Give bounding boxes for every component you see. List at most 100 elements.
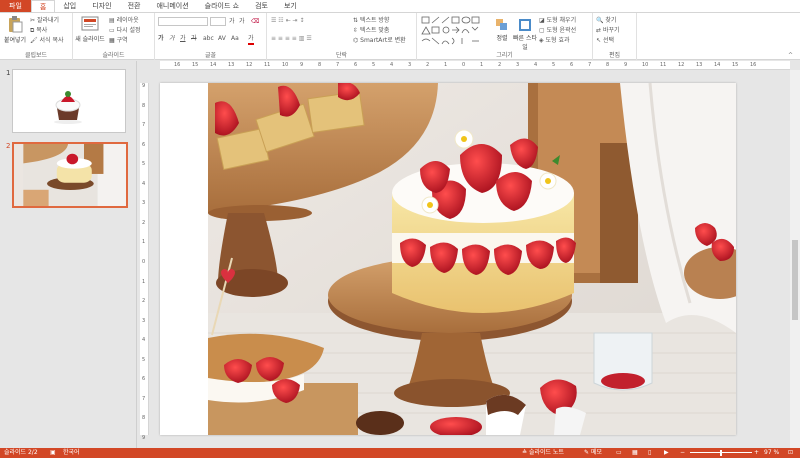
tab-view[interactable]: 보기 — [276, 0, 305, 12]
drawing-group: 정렬 빠른 스타일 ◪ 도형 채우기 ▢ 도형 윤곽선 ◈ 도형 효과 그리기 — [417, 13, 593, 60]
slide-canvas[interactable] — [160, 82, 756, 437]
tab-design[interactable]: 디자인 — [84, 0, 119, 12]
align-icons[interactable]: ≡ ≡ ≡ ≡ ▥ ☰ — [271, 34, 312, 43]
shape-outline-button[interactable]: ▢ 도형 윤곽선 — [539, 26, 576, 35]
ruler-tick-label: 3 — [142, 317, 146, 324]
tab-review[interactable]: 검토 — [247, 0, 276, 12]
vertical-scrollbar[interactable] — [790, 70, 800, 448]
ruler-tick-label: 2 — [142, 219, 146, 226]
arrange-icon — [496, 19, 507, 30]
slides-group-label: 슬라이드 — [102, 52, 125, 59]
slide-counter: 슬라이드 2/2 — [4, 449, 38, 456]
shape-effects-button[interactable]: ◈ 도형 효과 — [539, 36, 570, 45]
comments-button[interactable]: ✎ 메모 — [584, 448, 602, 458]
ruler-tick-label: 7 — [588, 62, 592, 68]
layout-button[interactable]: ▤ 레이아웃 — [109, 16, 139, 25]
font-name-combo[interactable] — [158, 17, 208, 26]
italic-button[interactable]: 가 — [169, 34, 175, 43]
slide-sorter-icon[interactable]: ▦ — [632, 448, 638, 458]
powerpoint-window: 파일 홈 삽입 디자인 전환 애니메이션 슬라이드 쇼 검토 보기 붙여넣기 ✂… — [0, 0, 800, 458]
strikethrough-button[interactable]: 가 — [191, 34, 197, 43]
font-shrink-button[interactable]: 가 — [239, 17, 245, 26]
format-painter-button[interactable]: 🖌 서식 복사 — [30, 36, 64, 45]
clear-format-icon[interactable]: ⌫ — [251, 17, 259, 26]
copy-button[interactable]: ⧉ 복사 — [30, 26, 47, 35]
copy-label: 복사 — [36, 27, 48, 34]
align-text-button[interactable]: ⇳ 텍스트 맞춤 — [353, 26, 389, 35]
find-button[interactable]: 🔍 찾기 — [596, 16, 616, 25]
bold-button[interactable]: 가 — [158, 34, 164, 43]
reading-view-icon[interactable]: ▯ — [648, 448, 651, 458]
strawberry-cake-photo[interactable] — [160, 82, 756, 437]
ruler-tick-label: 1 — [142, 278, 146, 285]
fit-slide-icon[interactable]: ⊡ — [788, 448, 793, 458]
paste-label: 붙여넣기 — [3, 37, 27, 44]
collapse-ribbon-icon[interactable]: ^ — [788, 51, 793, 60]
cut-button[interactable]: ✂ 잘라내기 — [30, 16, 59, 25]
slideshow-icon[interactable]: ▶ — [664, 448, 669, 458]
clipboard-group-label: 클립보드 — [24, 52, 48, 59]
quick-styles-button[interactable]: 빠른 스타일 — [513, 19, 537, 51]
zoom-out-icon[interactable]: − — [680, 448, 685, 458]
font-color-button[interactable]: 가 — [248, 34, 254, 45]
font-size-combo[interactable] — [210, 17, 226, 26]
scrollbar-thumb[interactable] — [792, 240, 798, 320]
select-label: 선택 — [602, 37, 614, 44]
ruler-tick-label: 2 — [426, 62, 430, 68]
char-spacing-button[interactable]: AV — [218, 34, 226, 43]
quick-styles-label: 빠른 스타일 — [513, 35, 537, 51]
language-indicator[interactable]: 한국어 — [63, 448, 80, 458]
smartart-button[interactable]: ⌬ SmartArt로 변환 — [353, 36, 406, 45]
underline-button[interactable]: 가 — [180, 34, 186, 43]
ruler-tick-label: 15 — [732, 62, 739, 68]
shapes-gallery-icon[interactable] — [421, 16, 491, 46]
section-button[interactable]: ▦ 구역 — [109, 36, 128, 45]
zoom-in-icon[interactable]: + — [754, 448, 759, 458]
shadow-button[interactable]: abc — [203, 34, 214, 43]
reset-label: 다시 설정 — [116, 27, 141, 34]
new-slide-button[interactable]: 새 슬라이드 — [75, 16, 105, 43]
arrange-button[interactable]: 정렬 — [493, 19, 511, 42]
slide-thumbnail-2[interactable] — [12, 142, 128, 208]
notes-button[interactable]: ≙ 슬라이드 노트 — [522, 448, 564, 458]
format-painter-label: 서식 복사 — [39, 37, 64, 44]
tab-file[interactable]: 파일 — [0, 0, 31, 12]
text-direction-button[interactable]: ⇅ 텍스트 방향 — [353, 16, 389, 25]
ruler-tick-label: 9 — [624, 62, 628, 68]
paste-button[interactable]: 붙여넣기 — [2, 16, 28, 44]
font-grow-button[interactable]: 가 — [229, 17, 235, 26]
shape-fill-button[interactable]: ◪ 도형 채우기 — [539, 16, 576, 25]
cupcake-image — [13, 70, 125, 132]
tab-slideshow[interactable]: 슬라이드 쇼 — [197, 0, 247, 12]
slide-thumbnail-pane: 1 2 — [0, 61, 137, 448]
slide-thumbnail-1[interactable] — [12, 69, 126, 133]
reset-button[interactable]: ▭ 다시 설정 — [109, 26, 141, 35]
ruler-tick-label: 5 — [552, 62, 556, 68]
tab-home[interactable]: 홈 — [30, 0, 56, 12]
ruler-tick-label: 2 — [142, 298, 146, 305]
replace-button[interactable]: ⇄ 바꾸기 — [596, 26, 620, 35]
select-button[interactable]: ↖ 선택 — [596, 36, 614, 45]
tab-animations[interactable]: 애니메이션 — [148, 0, 196, 12]
ruler-tick-label: 7 — [336, 62, 340, 68]
proofing-icon[interactable]: ▣ — [50, 448, 56, 458]
find-label: 찾기 — [605, 17, 617, 24]
ruler-tick-label: 6 — [570, 62, 574, 68]
ruler-tick-label: 3 — [408, 62, 412, 68]
zoom-level[interactable]: 97 % — [764, 448, 779, 458]
change-case-button[interactable]: Aa — [231, 34, 239, 43]
shape-effects-label: 도형 효과 — [545, 37, 570, 44]
bullets-icon[interactable]: ☰ ☷ ⇤ ⇥ ↕ — [271, 16, 304, 25]
zoom-slider-thumb[interactable] — [720, 450, 722, 456]
editing-group: 🔍 찾기 ⇄ 바꾸기 ↖ 선택 편집 — [593, 13, 637, 60]
replace-label: 바꾸기 — [602, 27, 620, 34]
ruler-tick-label: 14 — [210, 62, 217, 68]
ribbon-tab-bar: 파일 홈 삽입 디자인 전환 애니메이션 슬라이드 쇼 검토 보기 — [0, 0, 800, 12]
normal-view-icon[interactable]: ▭ — [616, 448, 622, 458]
quick-styles-icon — [519, 19, 531, 31]
vertical-ruler: 9 8 7 6 5 4 3 2 1 0 1 2 3 4 5 6 7 8 9 — [140, 83, 149, 441]
ruler-tick-label: 5 — [142, 161, 146, 168]
tab-transitions[interactable]: 전환 — [120, 0, 149, 12]
ruler-tick-label: 13 — [228, 62, 235, 68]
tab-insert[interactable]: 삽입 — [55, 0, 84, 12]
